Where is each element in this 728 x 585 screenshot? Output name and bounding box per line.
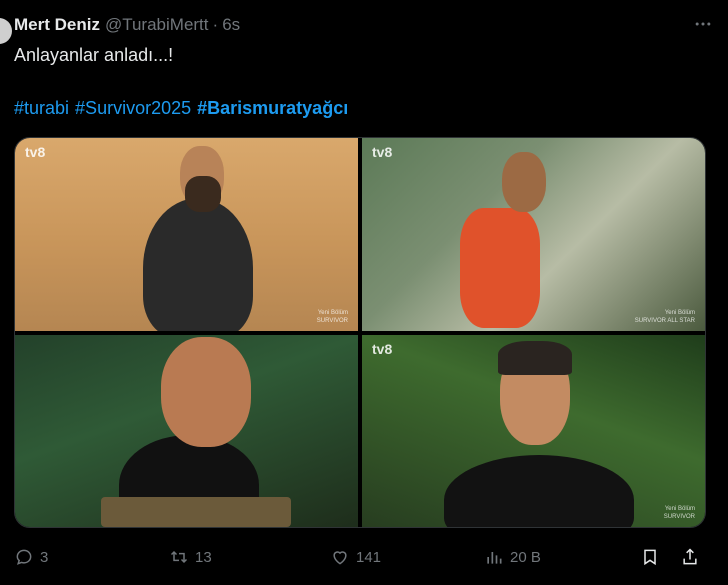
tv8-logo: tv8	[25, 144, 46, 160]
views-count: 20 B	[510, 548, 541, 566]
post-text: Anlayanlar anladı...!	[14, 45, 174, 65]
photo-2[interactable]: tv8 Yeni Bölüm SURVIVOR ALL STAR	[362, 138, 705, 331]
watermark: Yeni Bölüm SURVIVOR	[663, 506, 695, 520]
media-grid: tv8 Yeni Bölüm SURVIVOR tv8 Yeni Bölüm SUR…	[14, 137, 706, 528]
like-count: 141	[356, 548, 382, 566]
watermark: Yeni Bölüm SURVIVOR	[316, 309, 348, 324]
share-button[interactable]	[680, 547, 700, 567]
retweet-count: 13	[195, 548, 212, 566]
reply-button[interactable]: 3	[14, 547, 48, 567]
like-button[interactable]: 141	[330, 547, 381, 567]
share-icon	[683, 548, 697, 565]
watermark: Yeni Bölüm SURVIVOR ALL STAR	[634, 309, 695, 324]
author-name[interactable]: Mert Deniz	[14, 15, 100, 35]
reply-count: 3	[40, 548, 49, 566]
action-bar: 3 13 141 20 B	[14, 542, 714, 572]
tv8-logo: tv8	[372, 144, 393, 160]
more-icon	[695, 22, 711, 26]
tv8-logo: tv8	[372, 340, 393, 357]
hashtags: #turabi #Survivor2025 #Barismuratyağcı	[14, 98, 348, 119]
views-button[interactable]: 20 B	[484, 547, 541, 567]
hashtag-barismuratyagci[interactable]: #Barismuratyağcı	[197, 98, 348, 119]
photo-1[interactable]: tv8 Yeni Bölüm SURVIVOR	[15, 138, 358, 331]
retweet-icon	[170, 550, 188, 564]
photo-3[interactable]	[15, 334, 358, 527]
more-options-button[interactable]	[692, 13, 714, 35]
bookmark-icon	[644, 549, 656, 566]
like-icon	[333, 551, 347, 565]
post-time[interactable]: 6s	[222, 15, 240, 35]
separator-dot: ·	[212, 15, 219, 34]
avatar[interactable]	[0, 18, 12, 44]
retweet-button[interactable]: 13	[169, 547, 212, 567]
hashtag-turabi[interactable]: #turabi	[14, 98, 69, 119]
reply-icon	[16, 549, 32, 565]
photo-4[interactable]: tv8 Yeni Bölüm SURVIVOR	[362, 334, 705, 527]
views-icon	[487, 552, 502, 564]
bookmark-button[interactable]	[640, 547, 660, 567]
hashtag-survivor2025[interactable]: #Survivor2025	[75, 98, 191, 119]
author-handle[interactable]: @TurabiMertt	[105, 15, 209, 35]
post-header: Mert Deniz @TurabiMertt · 6s	[14, 13, 714, 37]
